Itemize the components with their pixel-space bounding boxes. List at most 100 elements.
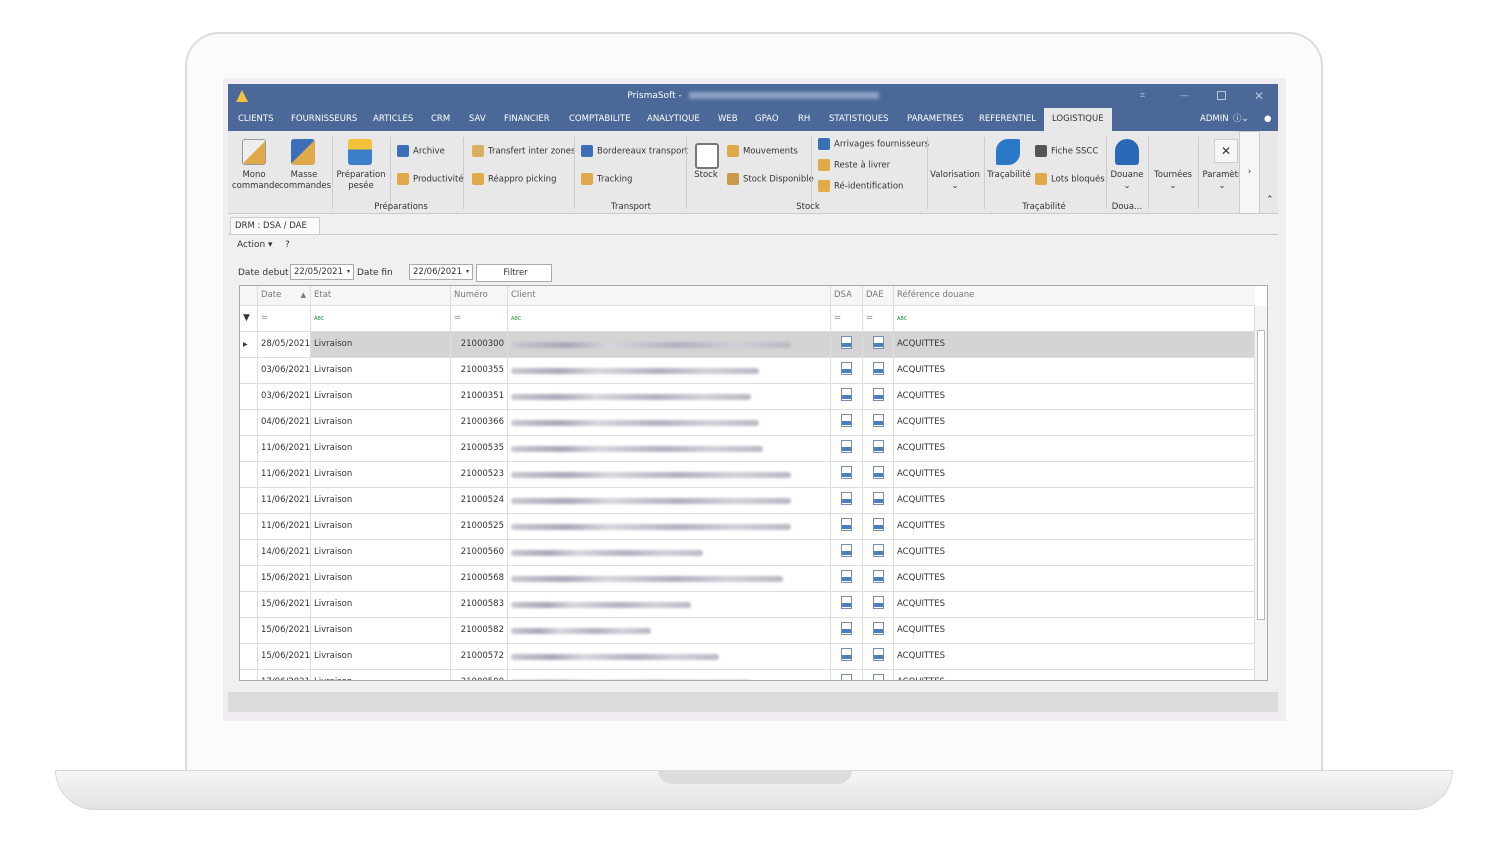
menu-tab-crm[interactable]: CRM [431,108,450,131]
lots-bloques-button[interactable]: Lots bloqués [1035,173,1105,185]
menu-tab-web[interactable]: WEB [718,108,738,131]
cell-dae[interactable] [863,592,894,617]
xml-document-icon[interactable] [841,570,852,583]
xml-document-icon[interactable] [872,544,884,557]
xml-document-icon[interactable] [872,362,884,375]
table-row[interactable]: 17/06/2021 Livraison 21000500 ACQUITTES [240,670,1255,680]
table-row[interactable]: 15/06/2021 Livraison 21000572 ACQUITTES [240,644,1255,670]
close-button[interactable]: ✕ [1254,84,1264,108]
ribbon-collapse-icon[interactable]: ⌃ [1266,195,1274,205]
menu-tab-comptabilite[interactable]: COMPTABILITE [569,108,631,131]
cell-dae[interactable] [863,436,894,461]
xml-document-icon[interactable] [872,596,884,609]
reappro-button[interactable]: Réappro picking [472,173,556,185]
xml-document-icon[interactable] [872,518,884,531]
stock-disponible-button[interactable]: Stock Disponible [727,173,814,185]
vertical-scrollbar[interactable] [1254,306,1267,680]
cell-dsa[interactable] [831,592,863,617]
preparation-pesee-button[interactable]: Préparation pesée [336,170,386,192]
cell-dae[interactable] [863,566,894,591]
cell-dsa[interactable] [831,410,863,435]
cell-dsa[interactable] [831,670,863,680]
action-menu[interactable]: Action ▾ [237,240,273,250]
xml-document-icon[interactable] [872,648,884,661]
filter-reference[interactable]: ABC [894,306,1255,331]
scrollbar-thumb[interactable] [1257,330,1265,620]
cell-dae[interactable] [863,488,894,513]
xml-document-icon[interactable] [872,622,884,635]
reidentification-button[interactable]: Ré-identification [818,180,903,192]
cell-dsa[interactable] [831,488,863,513]
column-header-dae[interactable]: DAE [863,286,894,305]
cell-dsa[interactable] [831,462,863,487]
table-row[interactable]: 11/06/2021 Livraison 21000535 ACQUITTES [240,436,1255,462]
stock-button[interactable]: Stock [690,170,722,181]
table-row[interactable]: ▶ 28/05/2021 Livraison 21000300 ACQUITTE… [240,332,1255,358]
info-icon[interactable]: ⓘ⌄ [1233,108,1249,131]
cell-dsa[interactable] [831,384,863,409]
menu-tab-rh[interactable]: RH [798,108,810,131]
xml-document-icon[interactable] [841,388,852,401]
table-row[interactable]: 15/06/2021 Livraison 21000583 ACQUITTES [240,592,1255,618]
cell-dae[interactable] [863,358,894,383]
tracabilite-button[interactable]: Traçabilité [986,170,1032,181]
xml-document-icon[interactable] [841,414,852,427]
masse-commandes-button[interactable]: Masse commandes [279,170,331,192]
user-menu[interactable]: ADMIN [1200,108,1229,131]
table-row[interactable]: 03/06/2021 Livraison 21000351 ACQUITTES [240,384,1255,410]
column-header-client[interactable]: Client [508,286,831,305]
xml-document-icon[interactable] [841,440,852,453]
cell-dae[interactable] [863,462,894,487]
column-header-dsa[interactable]: DSA [831,286,863,305]
xml-document-icon[interactable] [841,492,852,505]
xml-document-icon[interactable] [841,466,852,479]
fullscreen-icon[interactable]: ⌗ [1140,84,1145,108]
filter-date[interactable]: = [258,306,311,331]
xml-document-icon[interactable] [841,596,852,609]
filter-dae[interactable]: = [863,306,894,331]
cell-dae[interactable] [863,410,894,435]
reste-a-livrer-button[interactable]: Reste à livrer [818,159,890,171]
table-row[interactable]: 14/06/2021 Livraison 21000560 ACQUITTES [240,540,1255,566]
menu-tab-parametres[interactable]: PARAMETRES [907,108,963,131]
column-header-reference[interactable]: Référence douane [894,286,1267,305]
filtrer-button[interactable]: Filtrer [476,264,552,282]
menu-tab-clients[interactable]: CLIENTS [238,108,274,131]
xml-document-icon[interactable] [841,336,852,349]
column-header-date[interactable]: Date ▲ [258,286,311,305]
table-row[interactable]: 03/06/2021 Livraison 21000355 ACQUITTES [240,358,1255,384]
xml-document-icon[interactable] [841,544,852,557]
fiche-sscc-button[interactable]: Fiche SSCC [1035,145,1098,157]
table-row[interactable]: 11/06/2021 Livraison 21000523 ACQUITTES [240,462,1255,488]
xml-document-icon[interactable] [872,414,884,427]
filter-numero[interactable]: = [451,306,508,331]
valorisation-button[interactable]: Valorisation ⌄ [930,170,980,192]
menu-tab-gpao[interactable]: GPAO [755,108,779,131]
xml-document-icon[interactable] [872,388,884,401]
filter-etat[interactable]: ABC [311,306,451,331]
table-row[interactable]: 11/06/2021 Livraison 21000524 ACQUITTES [240,488,1255,514]
table-row[interactable]: 04/06/2021 Livraison 21000366 ACQUITTES [240,410,1255,436]
menu-tab-logistique[interactable]: LOGISTIQUE [1044,108,1112,131]
cell-dsa[interactable] [831,332,863,357]
xml-document-icon[interactable] [872,570,884,583]
xml-document-icon[interactable] [841,518,852,531]
cell-dae[interactable] [863,540,894,565]
tracking-button[interactable]: Tracking [581,173,632,185]
arrivages-button[interactable]: Arrivages fournisseurs [818,138,929,150]
help-button[interactable]: ? [285,240,290,250]
cell-dae[interactable] [863,618,894,643]
filter-client[interactable]: ABC [508,306,831,331]
xml-document-icon[interactable] [872,674,884,680]
xml-document-icon[interactable] [872,336,884,349]
tournees-button[interactable]: Tournées ⌄ [1150,170,1196,192]
transfert-button[interactable]: Transfert inter zones [472,145,575,157]
date-debut-input[interactable]: 22/05/2021 ▾ [290,264,354,280]
cell-dae[interactable] [863,384,894,409]
user-icon[interactable]: ● [1264,108,1271,131]
menu-tab-financier[interactable]: FINANCIER [504,108,550,131]
cell-dsa[interactable] [831,618,863,643]
cell-dsa[interactable] [831,566,863,591]
column-header-etat[interactable]: Etat [311,286,451,305]
cell-dsa[interactable] [831,540,863,565]
